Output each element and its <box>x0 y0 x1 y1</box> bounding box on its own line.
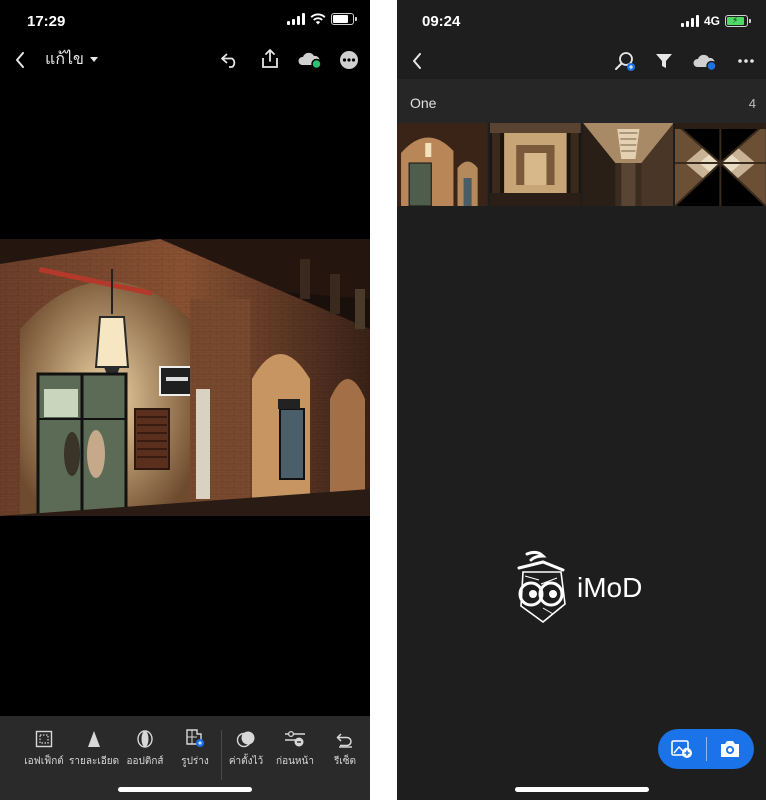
share-icon <box>262 49 278 68</box>
status-icons: 4G ⚡ <box>680 14 751 28</box>
undo-icon <box>221 53 236 68</box>
filter-button[interactable] <box>654 50 674 72</box>
tool-optics[interactable]: ออปติกส์ <box>120 716 170 769</box>
edited-photo[interactable] <box>0 239 370 516</box>
tool-reset-label: รีเซ็ต <box>333 756 357 767</box>
tool-previous-label: ก่อนหน้า <box>276 756 314 767</box>
tool-optics-label: ออปติกส์ <box>126 756 164 767</box>
corridor-thumbnail <box>582 123 674 206</box>
tool-geometry[interactable]: รูปร่าง <box>170 716 220 769</box>
edit-mode-dropdown[interactable]: แก้ไข <box>45 47 98 72</box>
tool-presets-label: ค่าตั้งไว้ <box>228 756 264 767</box>
cloud-sync-icon <box>298 52 322 70</box>
tool-effects[interactable]: เอฟเฟ็กต์ <box>19 716 69 769</box>
battery-charging-icon: ⚡ <box>725 15 751 27</box>
more-options-button[interactable] <box>338 49 360 71</box>
album-photo-count: 4 <box>748 96 756 111</box>
status-time: 17:29 <box>27 13 66 30</box>
caret-down-icon <box>89 57 98 62</box>
cloud-sync-button[interactable] <box>691 51 719 73</box>
arcade-thumbnail <box>397 123 488 206</box>
charging-bolt-icon: ⚡ <box>732 16 739 26</box>
edit-mode-label: แก้ไข <box>45 49 84 68</box>
left-phone-screen: 17:29 แก้ไข เอฟเฟ็กต์ รายละเอียด ออปติกส… <box>0 0 370 800</box>
right-phone-screen: 09:24 4G ⚡ One 4 iMoD <box>397 0 766 800</box>
cloud-sync-button[interactable] <box>296 49 324 71</box>
photo-thumbnail[interactable] <box>675 123 766 206</box>
chevron-left-icon <box>413 53 421 69</box>
tool-geometry-label: รูปร่าง <box>181 756 209 767</box>
camera-button[interactable] <box>706 729 754 769</box>
previous-icon <box>285 730 305 747</box>
more-options-button[interactable] <box>735 53 757 69</box>
shopfront-thumbnail <box>489 123 581 206</box>
network-type: 4G <box>703 14 720 28</box>
skylight-thumbnail <box>675 123 766 206</box>
imod-mascot-icon <box>517 550 566 624</box>
watermark-logo: iMoD <box>513 548 642 628</box>
photo-thumbnail[interactable] <box>397 123 488 206</box>
album-toolbar <box>397 44 766 78</box>
geometry-icon <box>186 729 204 747</box>
more-dots-icon <box>340 51 358 69</box>
battery-icon <box>331 13 357 25</box>
share-button[interactable] <box>258 47 282 71</box>
edit-toolbar: แก้ไข <box>0 44 370 76</box>
undo-button[interactable] <box>218 49 242 71</box>
effects-icon <box>35 730 53 748</box>
cellular-signal-icon <box>287 13 305 25</box>
tool-presets[interactable]: ค่าตั้งไว้ <box>221 716 271 769</box>
home-indicator[interactable] <box>118 787 252 792</box>
edit-tools-bar: เอฟเฟ็กต์ รายละเอียด ออปติกส์ รูปร่าง ค่… <box>0 716 370 800</box>
search-sparkle-icon <box>615 52 635 71</box>
import-photos-button[interactable] <box>658 729 706 769</box>
photo-grid <box>397 123 766 206</box>
detail-icon <box>88 731 100 747</box>
camera-icon <box>721 741 740 757</box>
add-photos-fab <box>658 729 754 769</box>
photo-thumbnail[interactable] <box>582 123 674 206</box>
back-button[interactable] <box>12 50 28 70</box>
tool-reset[interactable]: รีเซ็ต <box>320 716 370 769</box>
filter-funnel-icon <box>656 54 672 68</box>
more-dots-icon <box>738 59 754 63</box>
album-header: One 4 <box>397 79 766 123</box>
status-bar: 17:29 <box>0 0 370 44</box>
home-indicator[interactable] <box>515 787 649 792</box>
reset-icon <box>336 733 352 748</box>
photo-thumbnail[interactable] <box>489 123 581 206</box>
status-bar: 09:24 4G ⚡ <box>397 0 766 44</box>
status-icons <box>287 13 357 25</box>
presets-icon <box>236 731 255 748</box>
watermark-text: iMoD <box>577 572 643 603</box>
chevron-left-icon <box>16 52 24 68</box>
tool-detail[interactable]: รายละเอียด <box>69 716 119 769</box>
cellular-signal-icon <box>680 15 699 27</box>
cloud-sync-icon <box>693 54 717 72</box>
search-button[interactable] <box>612 49 638 73</box>
back-button[interactable] <box>409 51 425 71</box>
optics-icon <box>137 730 153 748</box>
tool-effects-label: เอฟเฟ็กต์ <box>24 756 64 767</box>
wifi-icon <box>310 13 326 25</box>
status-time: 09:24 <box>422 13 461 30</box>
album-name: One <box>410 95 437 111</box>
add-photo-icon <box>670 740 692 758</box>
arcade-photo <box>0 239 370 516</box>
tool-previous[interactable]: ก่อนหน้า <box>270 716 320 769</box>
tool-detail-label: รายละเอียด <box>69 756 120 767</box>
